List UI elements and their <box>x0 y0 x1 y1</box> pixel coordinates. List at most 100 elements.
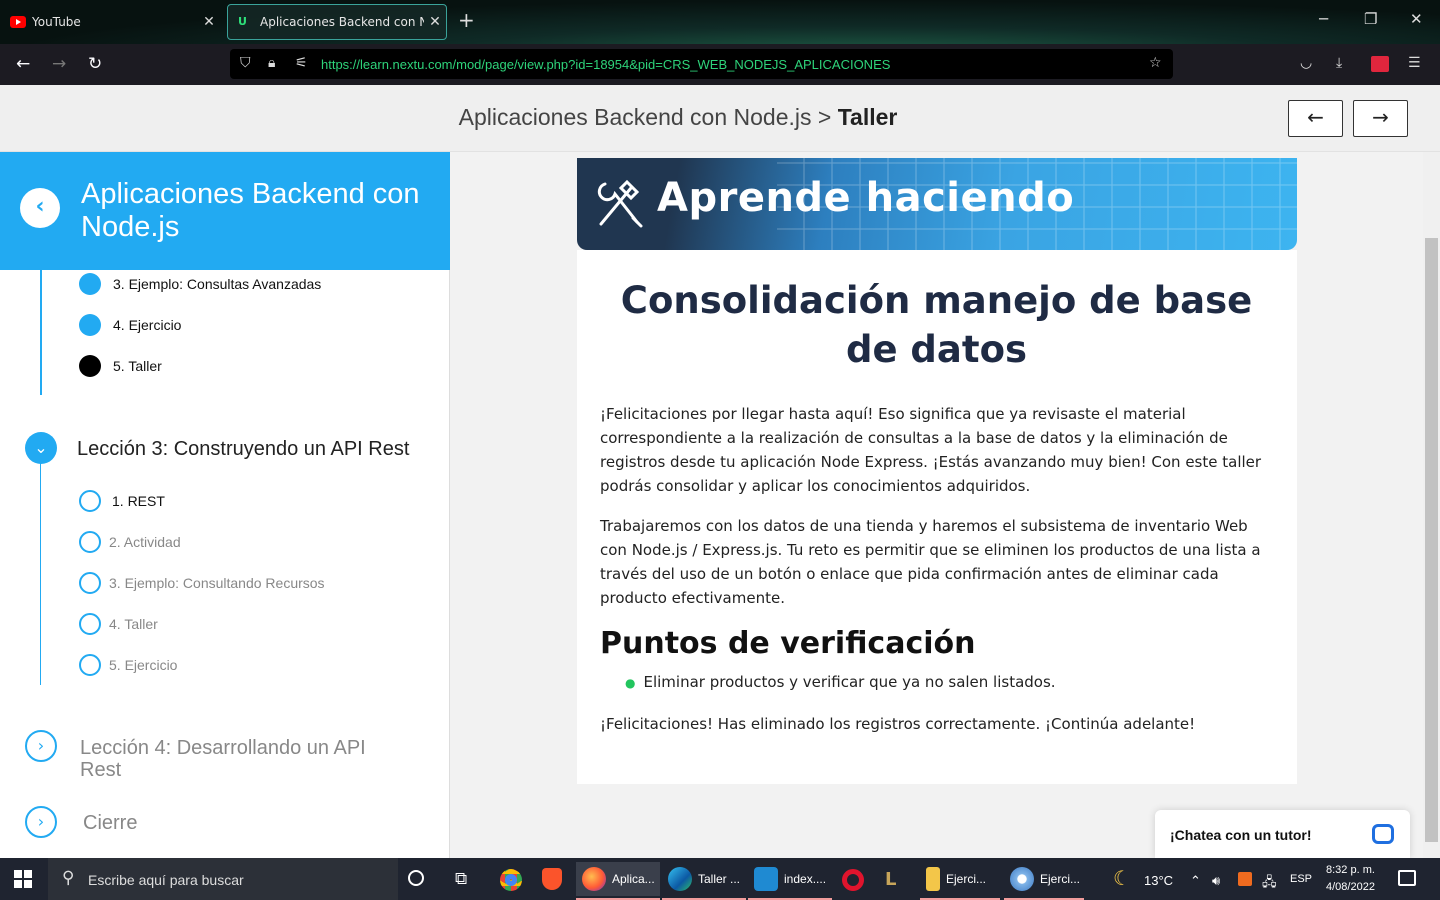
sidebar-item-taller[interactable]: 5. Taller <box>113 358 162 374</box>
next-page-button[interactable]: → <box>1353 100 1408 137</box>
taskbar-app-label: index.... <box>784 872 827 886</box>
taskbar-app-label: Taller ... <box>698 872 741 886</box>
close-window-icon[interactable]: ✕ <box>1410 10 1423 28</box>
volume-icon[interactable]: 🔊︎ <box>1212 873 1220 889</box>
collapse-lesson-icon[interactable]: ⌄ <box>25 432 57 464</box>
search-placeholder[interactable]: Escribe aquí para buscar <box>88 872 244 888</box>
timeline-line <box>40 445 41 685</box>
network-icon[interactable]: 🖧︎ <box>1262 873 1277 895</box>
youtube-icon <box>10 16 26 28</box>
weather-temperature[interactable]: 13°C <box>1144 873 1173 888</box>
reload-icon[interactable]: ↻ <box>88 54 102 74</box>
bookmark-star-icon[interactable]: ☆ <box>1149 55 1162 71</box>
previous-page-button[interactable]: ← <box>1288 100 1343 137</box>
language-indicator[interactable]: ESP <box>1290 873 1312 885</box>
permissions-icon[interactable]: ⚟ <box>295 55 308 71</box>
sidebar-course-title: Aplicaciones Backend con Node.js <box>81 178 420 243</box>
pocket-icon[interactable]: ◡ <box>1300 55 1312 71</box>
taskbar-app-edge[interactable]: Taller ... <box>662 862 746 900</box>
url-text[interactable]: https://learn.nextu.com/mod/page/view.ph… <box>321 57 890 72</box>
restore-icon[interactable]: ❐ <box>1364 10 1377 28</box>
chrome-icon[interactable] <box>500 869 522 891</box>
sidebar-item-ejercicio[interactable]: 4. Ejercicio <box>113 317 181 333</box>
windows-start-icon[interactable] <box>14 870 32 888</box>
vscode-icon <box>754 867 778 891</box>
tools-icon <box>597 179 643 228</box>
tab-title: Aplicaciones Backend con Node.js <box>260 15 424 29</box>
progress-dot-done <box>79 314 101 336</box>
back-arrow-icon[interactable]: ‹ <box>20 188 60 228</box>
clock-time[interactable]: 8:32 p. m. <box>1326 864 1375 876</box>
taskbar-app-folder[interactable]: Ejerci... <box>920 862 1000 900</box>
close-tab-icon[interactable]: ✕ <box>198 14 220 30</box>
expand-closing-icon[interactable]: › <box>25 806 57 838</box>
taskbar-app-label: Ejerci... <box>946 872 987 886</box>
taskbar-app-label: Aplica... <box>612 872 655 886</box>
sidebar-item-taller-2[interactable]: 4. Taller <box>109 616 158 632</box>
chat-label[interactable]: ¡Chatea con un tutor! <box>1170 827 1312 843</box>
close-tab-icon[interactable]: ✕ <box>424 14 446 30</box>
tab-course[interactable]: U Aplicaciones Backend con Node.js ✕ <box>227 4 447 40</box>
notifications-icon[interactable] <box>1398 870 1416 886</box>
taskbar-app-label: Ejerci... <box>1040 872 1081 886</box>
show-hidden-icons-icon[interactable]: ⌃ <box>1190 873 1201 889</box>
nextu-icon: U <box>238 15 247 28</box>
search-icon: ⚲ <box>62 868 75 888</box>
closing-paragraph: ¡Felicitaciones! Has eliminado los regis… <box>600 715 1196 733</box>
intro-paragraph: ¡Felicitaciones por llegar hasta aquí! E… <box>600 405 1262 495</box>
new-tab-icon[interactable]: + <box>458 8 475 32</box>
cortana-icon[interactable] <box>408 870 424 886</box>
back-icon[interactable]: ← <box>16 54 30 74</box>
firefox-icon <box>582 867 606 891</box>
taskbar-app-firefox[interactable]: Aplica... <box>576 862 660 900</box>
breadcrumb-course[interactable]: Aplicaciones Backend con Node.js <box>459 104 812 130</box>
expand-lesson-icon[interactable]: › <box>25 730 57 762</box>
chat-bubble-icon[interactable] <box>1372 824 1394 844</box>
sidebar-item-ejemplo-recursos[interactable]: 3. Ejemplo: Consultando Recursos <box>109 575 325 591</box>
checkpoint-item: ● Eliminar productos y verificar que ya n… <box>625 673 1056 691</box>
timeline-line <box>40 270 42 395</box>
download-icon[interactable]: ⤓ <box>1336 55 1342 71</box>
progress-dot-todo <box>79 613 101 635</box>
tab-title: YouTube <box>32 15 81 29</box>
banner-title: Aprende haciendo <box>657 175 1075 221</box>
league-icon[interactable]: L <box>885 869 896 890</box>
sidebar-item-rest[interactable]: 1. REST <box>112 493 165 509</box>
progress-dot-todo <box>79 531 101 553</box>
paint-icon <box>1010 867 1034 891</box>
sidebar-item-ejercicio-2[interactable]: 5. Ejercicio <box>109 657 177 673</box>
extension-icon[interactable] <box>1371 56 1389 72</box>
edge-icon <box>668 867 692 891</box>
task-view-icon[interactable]: ⧉ <box>455 869 467 889</box>
shield-icon[interactable]: ⛉ <box>240 55 251 71</box>
app-tray-icon[interactable] <box>1238 872 1252 886</box>
breadcrumb-separator: > <box>817 104 832 130</box>
forward-icon[interactable]: → <box>52 54 66 74</box>
taskbar-app-paint[interactable]: Ejerci... <box>1004 862 1084 900</box>
taskbar-app-vscode[interactable]: index.... <box>748 862 832 900</box>
sidebar-item-actividad[interactable]: 2. Actividad <box>109 534 181 550</box>
checkpoint-text: Eliminar productos y verificar que ya no… <box>643 673 1056 691</box>
closing-title[interactable]: Cierre <box>83 812 137 835</box>
minimize-icon[interactable]: ─ <box>1319 10 1328 28</box>
moon-weather-icon: ☾ <box>1113 866 1131 890</box>
folder-icon <box>926 867 940 891</box>
tab-youtube[interactable]: YouTube ✕ <box>0 4 220 40</box>
progress-dot-done <box>79 273 101 295</box>
lesson-3-title[interactable]: Lección 3: Construyendo un API Rest <box>77 438 409 461</box>
scrollbar-thumb[interactable] <box>1425 238 1438 842</box>
breadcrumb-page: Taller <box>837 104 898 130</box>
clock-date[interactable]: 4/08/2022 <box>1326 881 1375 893</box>
progress-dot-todo <box>79 490 101 512</box>
lock-icon[interactable]: 🔒︎ <box>268 55 275 71</box>
opera-icon[interactable] <box>842 869 864 891</box>
sidebar-item-ejemplo-consultas[interactable]: 3. Ejemplo: Consultas Avanzadas <box>113 276 321 292</box>
bullet-icon: ● <box>625 676 636 690</box>
progress-dot-current <box>79 355 101 377</box>
checkpoints-heading: Puntos de verificación <box>600 626 976 661</box>
menu-icon[interactable]: ☰ <box>1408 55 1421 71</box>
lesson-4-title[interactable]: Lección 4: Desarrollando un API Rest <box>80 737 400 781</box>
progress-dot-todo <box>79 572 101 594</box>
brave-icon[interactable] <box>542 868 562 890</box>
page-title: Consolidación manejo de base de datos <box>620 279 1253 371</box>
